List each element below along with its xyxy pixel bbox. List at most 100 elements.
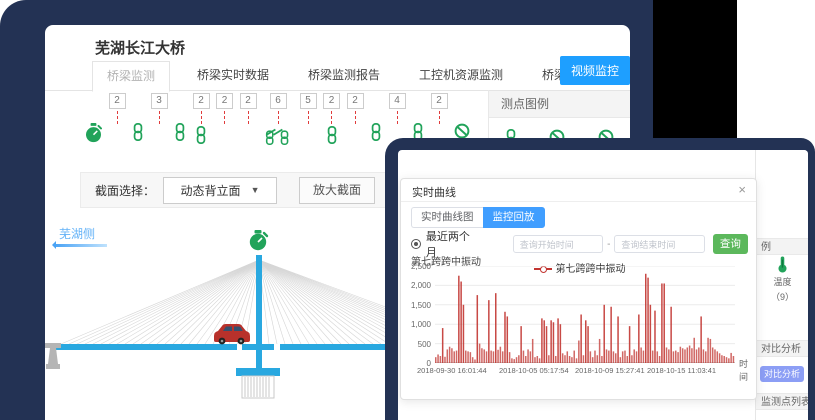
sensor-count-badge: 2 [193,93,210,109]
sensor-count-badge: 2 [431,93,448,109]
sensor-dash-line [439,111,440,124]
link-icon[interactable] [132,123,144,141]
sensor-count-badge: 4 [389,93,406,109]
tab-realtime-curve[interactable]: 实时曲线图 [411,207,483,228]
sensor-count-badge: 2 [109,93,126,109]
query-button[interactable]: 查询 [713,234,748,254]
x-tick-label: 2018-10-15 11:03:41 [647,366,716,375]
sensor-item[interactable] [132,93,144,141]
tab-monitor-playback[interactable]: 监控回放 [483,207,545,228]
sensor-count-badge: 3 [151,93,168,109]
legend-panel-title: 测点图例 [489,91,630,118]
sensor-count-badge: 6 [270,93,287,109]
y-tick-label: 2,500 [401,262,431,271]
sensor-item[interactable]: 2 [323,93,340,144]
compare-section-header: 对比分析 [756,340,808,357]
pier-foundation [242,376,274,398]
sensor-dash-line [331,111,332,124]
page-title: 芜湖长江大桥 [95,37,185,58]
dialog-app-window: 例 温度 （9） 对比分析 对比分析 监测点列表 实时曲线 × 实时曲线图 监控… [398,150,808,420]
sensor-item[interactable]: 3 [151,93,168,124]
ban-icon[interactable] [454,123,470,139]
sensor-item[interactable]: 2 [431,93,448,124]
sensor-count-badge: 2 [347,93,364,109]
right-sidebar: 例 温度 （9） 对比分析 对比分析 监测点列表 [755,150,808,420]
sensor-item[interactable] [454,93,470,139]
sensor-item[interactable]: 5 [300,93,317,124]
radio-last-two-months[interactable] [411,239,421,249]
sensor-count-badge: 2 [216,93,233,109]
enlarge-section-button[interactable]: 放大截面 [299,177,375,204]
chevron-down-icon: ▼ [251,185,260,195]
sensor-item[interactable]: 2 [240,93,257,124]
sensor-dash-line [224,111,225,124]
point-list-header: 监测点列表 [756,393,808,410]
sensor-count-badge: 5 [300,93,317,109]
tab-bridge-monitor[interactable]: 桥梁监测 [92,61,170,92]
sensor-item[interactable]: 6 [263,93,293,146]
sensor-item[interactable] [412,93,424,141]
sensor-item[interactable]: 2 [193,93,210,144]
sensor-item[interactable]: 2 [216,93,233,124]
sensor-dash-line [248,111,249,124]
compare-analysis-button[interactable]: 对比分析 [760,366,804,382]
tab-bar: 桥梁监测 桥梁实时数据 桥梁监测报告 工控机资源监测 桥梁系统报警 视频监控 [45,61,630,91]
temperature-legend[interactable]: 温度 （9） [756,256,808,303]
sensor-count-badge: 2 [240,93,257,109]
thermometer-icon [777,265,788,275]
sensor-count-badge: 2 [323,93,340,109]
vibration-chart[interactable] [435,266,735,363]
stopwatch-icon[interactable] [85,123,102,143]
section-select-label: 截面选择： [95,182,155,199]
x-axis-name: 时间 [739,357,756,383]
sensor-dash-line [278,111,279,124]
sensor-dash-line [397,111,398,124]
temperature-label: 温度 [756,275,808,288]
start-time-input[interactable]: 查询开始时间 [513,235,603,253]
sensor-dash-line [201,111,202,124]
y-tick-label: 1,000 [401,320,431,329]
car [214,324,250,344]
tab-ipc-resource[interactable]: 工控机资源监测 [419,61,503,89]
x-tick-label: 2018-10-05 05:17:54 [499,366,569,375]
sensor-item[interactable]: 4 [389,93,406,124]
temperature-count: （9） [756,290,808,303]
link-icon[interactable] [370,123,382,141]
tower-sensor-stopwatch-icon[interactable] [250,230,267,250]
sensor-item[interactable] [85,93,102,143]
modal-tab-group: 实时曲线图 监控回放 [411,207,545,228]
tab-realtime-data[interactable]: 桥梁实时数据 [197,61,269,89]
sensor-item[interactable]: 2 [109,93,126,124]
tab-monitor-report[interactable]: 桥梁监测报告 [308,61,380,89]
legend-header-partial: 例 [756,238,808,255]
sensor-dash-line [159,111,160,124]
y-tick-label: 1,500 [401,301,431,310]
section-select-dropdown[interactable]: 动态背立面 ▼ [163,177,277,204]
link-icon[interactable] [195,126,207,144]
screen: 芜湖长江大桥 桥梁监测 桥梁实时数据 桥梁监测报告 工控机资源监测 桥梁系统报警… [0,0,815,420]
y-tick-label: 500 [401,340,431,349]
end-time-input[interactable]: 查询结束时间 [614,235,704,253]
section-select-value: 动态背立面 [181,182,241,199]
sensor-item[interactable] [370,93,382,141]
link-icon[interactable] [174,123,186,141]
video-monitor-button[interactable]: 视频监控 [560,56,630,85]
y-tick-label: 2,000 [401,281,431,290]
sensor-dash-line [308,111,309,124]
bridge-tower [256,255,262,368]
modal-header: 实时曲线 × [401,179,756,202]
query-row: 最近两个月 查询开始时间 - 查询结束时间 查询 [411,234,748,254]
x-tick-label: 2018-10-09 15:27:41 [575,366,645,375]
modal-title: 实时曲线 [412,184,456,200]
link-icon[interactable] [326,126,338,144]
x-tick-label: 2018-09-30 16:01:44 [417,366,487,375]
black-gap [653,0,737,140]
range-separator: - [607,239,610,250]
bridge-abutment [45,343,61,369]
sensor-item[interactable] [174,93,186,141]
pier-cap [236,368,280,376]
sensor-item[interactable]: 2 [347,93,364,124]
link-cluster-icon[interactable] [263,126,293,146]
realtime-curve-modal: 实时曲线 × 实时曲线图 监控回放 最近两个月 查询开始时间 - 查询结束时间 … [400,178,757,400]
close-icon[interactable]: × [738,182,746,197]
